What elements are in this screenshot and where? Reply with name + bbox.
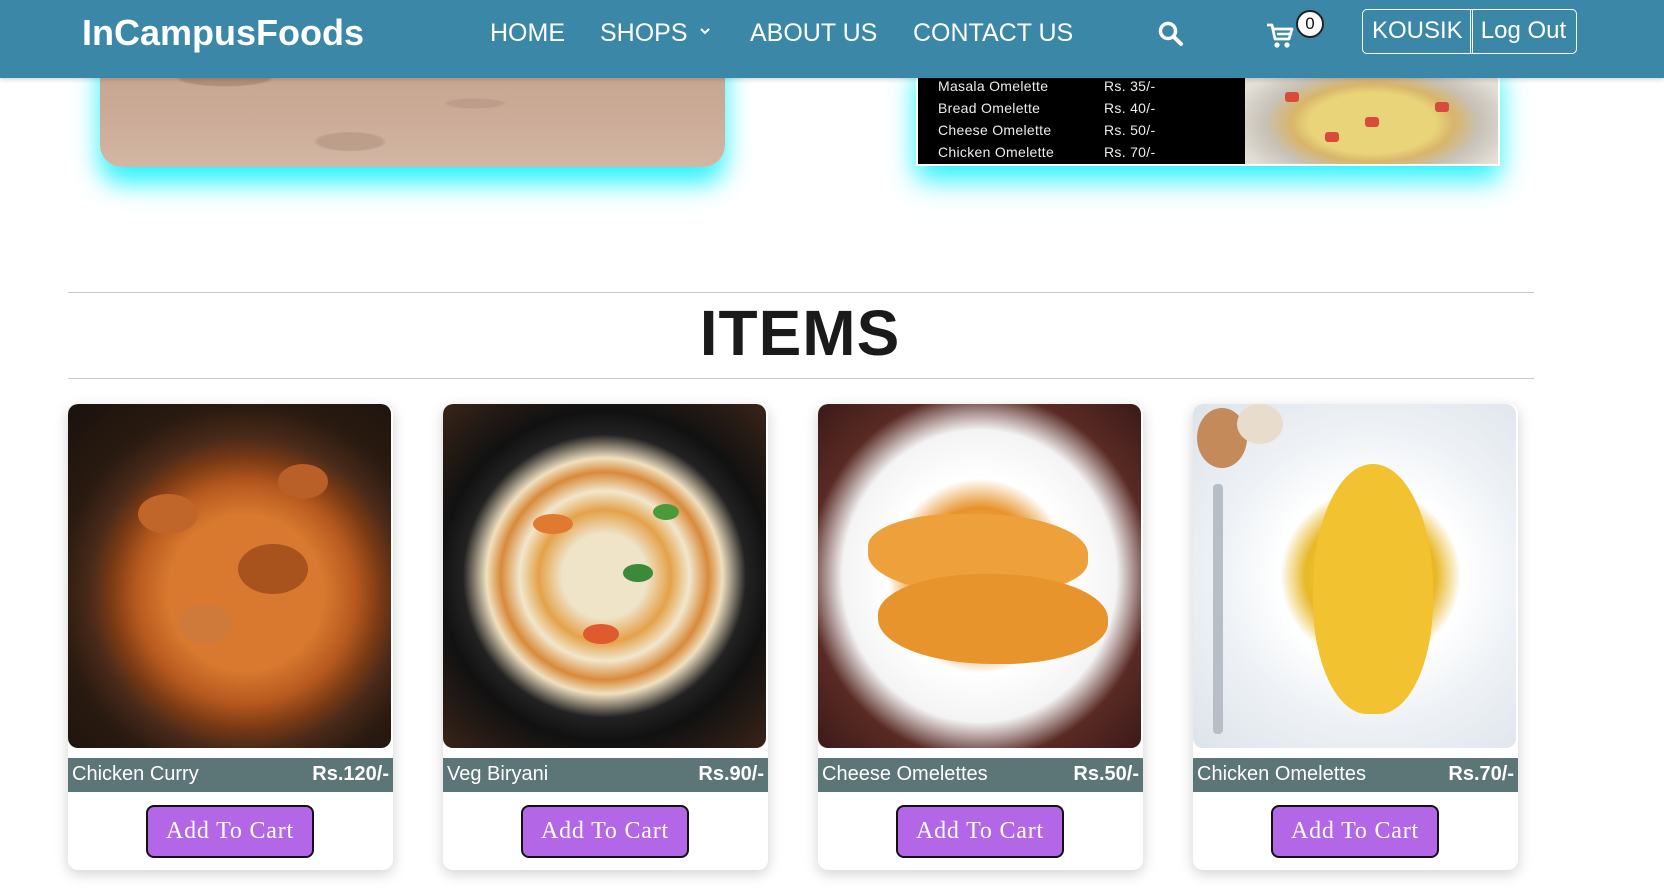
curry-piece [278,464,328,499]
curry-piece [178,604,233,644]
menu-board-row: Bread Omelette Rs. 40/- [928,100,1243,122]
menu-item-price: Rs. 50/- [1104,122,1156,138]
add-to-cart-button[interactable]: Add To Cart [521,805,689,858]
heading-divider-bottom [68,378,1534,379]
curry-piece [238,544,308,594]
fork [1213,484,1223,734]
menu-item-name: Chicken Omelette [938,144,1055,160]
item-price: Rs.70/- [1448,763,1514,785]
cart-icon[interactable] [1265,20,1295,50]
menu-item-price: Rs. 70/- [1104,144,1156,160]
omelette-fold [878,574,1108,664]
logout-button[interactable]: Log Out [1470,9,1577,54]
nav-contact-us[interactable]: CONTACT US [913,19,1073,48]
menu-item-price: Rs. 40/- [1104,100,1156,116]
chevron-down-icon [700,28,711,35]
item-price: Rs.120/- [312,763,389,785]
brand-logo[interactable]: InCampusFoods [82,12,364,54]
chicken-curry-image [68,404,391,748]
tomato-garnish [1365,117,1379,127]
menu-item-name: Masala Omelette [938,78,1049,94]
biryani-veg [583,624,619,644]
omelette-fold [1313,464,1433,714]
item-price: Rs.90/- [698,763,764,785]
item-name: Veg Biryani [447,763,549,785]
product-card: Cheese Omelettes Rs.50/- Add To Cart [818,404,1143,870]
tomato-garnish [1435,102,1449,112]
veg-biryani-image [443,404,766,748]
biryani-veg [653,504,679,520]
top-navbar: InCampusFoods HOME SHOPS ABOUT US CONTAC… [0,0,1664,78]
item-name: Chicken Omelettes [1197,763,1366,785]
menu-item-name: Cheese Omelette [938,122,1052,138]
user-button[interactable]: KOUSIK [1362,9,1473,54]
biryani-veg [533,514,573,534]
curry-piece [138,494,198,534]
biryani-veg [623,564,653,582]
search-icon[interactable] [1157,20,1185,48]
menu-item-name: Bread Omelette [938,100,1041,116]
section-title: ITEMS [699,297,901,369]
cart-count-badge: 0 [1296,10,1324,38]
tomato-garnish [1325,132,1339,142]
cheese-omelette-image [818,404,1141,748]
item-info-bar: Cheese Omelettes Rs.50/- [818,758,1143,792]
product-card: Chicken Curry Rs.120/- Add To Cart [68,404,393,870]
add-to-cart-button[interactable]: Add To Cart [1271,805,1439,858]
tomato-garnish [1285,92,1299,102]
add-to-cart-button[interactable]: Add To Cart [896,805,1064,858]
item-name: Chicken Curry [72,763,199,785]
menu-item-price: Rs. 35/- [1104,78,1156,94]
item-name: Cheese Omelettes [822,763,988,785]
page: Masala Omelette Rs. 35/- Bread Omelette … [0,0,1664,896]
nav-about-us[interactable]: ABOUT US [750,19,877,48]
item-info-bar: Chicken Omelettes Rs.70/- [1193,758,1518,792]
item-info-bar: Chicken Curry Rs.120/- [68,758,393,792]
menu-board-row: Masala Omelette Rs. 35/- [928,78,1243,100]
nav-home[interactable]: HOME [490,19,565,48]
item-price: Rs.50/- [1073,763,1139,785]
menu-board-row: Chicken Omelette Rs. 70/- [928,144,1243,164]
nav-shops-label: SHOPS [600,19,688,47]
item-info-bar: Veg Biryani Rs.90/- [443,758,768,792]
menu-board-row: Cheese Omelette Rs. 50/- [928,122,1243,144]
nav-shops-dropdown[interactable]: SHOPS [600,19,711,48]
chicken-omelette-image [1193,404,1516,748]
add-to-cart-button[interactable]: Add To Cart [146,805,314,858]
product-card: Chicken Omelettes Rs.70/- Add To Cart [1193,404,1518,870]
egg [1237,404,1283,444]
product-card: Veg Biryani Rs.90/- Add To Cart [443,404,768,870]
